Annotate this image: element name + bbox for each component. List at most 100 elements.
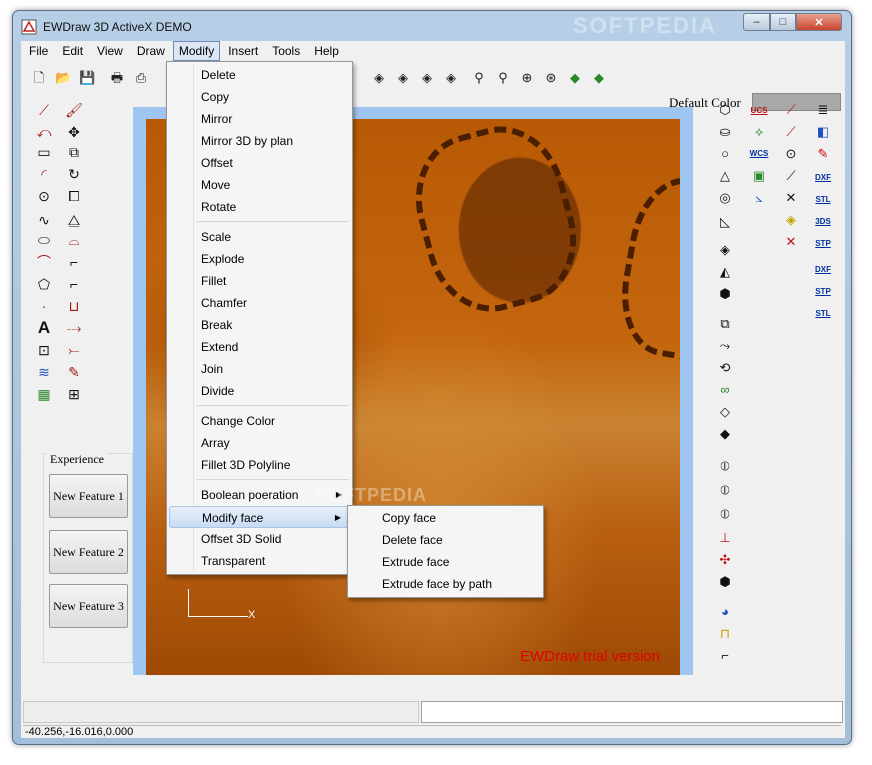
title-bar[interactable]: EWDraw 3D ActiveX DEMO SOFTPEDIA – □ ✕ (13, 11, 851, 41)
submenu-item-extrude-face[interactable]: Extrude face (350, 551, 541, 573)
print-preview-icon[interactable]: ⎙ (133, 70, 149, 86)
menu-item-scale[interactable]: Scale (169, 226, 350, 248)
render-mv-icon[interactable]: ◆ (591, 70, 607, 86)
stairs-icon[interactable]: ⌐ (716, 647, 734, 665)
torus-icon[interactable]: ◎ (716, 189, 734, 207)
cylinder-icon[interactable]: ⛀ (716, 123, 734, 141)
box-icon[interactable]: ⬡ (716, 101, 734, 119)
path-icon[interactable]: ∞ (716, 381, 734, 399)
menu-item-change-color[interactable]: Change Color (169, 410, 350, 432)
zoom-in-icon[interactable]: ⚲ (495, 70, 511, 86)
menu-help[interactable]: Help (308, 41, 345, 61)
arc-icon[interactable]: ◜ (35, 165, 53, 183)
circle-icon[interactable]: ⊙ (35, 187, 53, 205)
break-icon[interactable]: ⤚ (65, 341, 83, 359)
import-stl-icon[interactable]: STL (812, 193, 834, 207)
new-feature-3-button[interactable]: New Feature 3 (49, 584, 128, 628)
save-icon[interactable]: 💾 (79, 70, 95, 86)
menu-item-join[interactable]: Join (169, 358, 350, 380)
union-icon[interactable]: ⦶ (716, 457, 734, 475)
import-3ds-icon[interactable]: 3DS (812, 215, 834, 229)
minimize-button[interactable]: – (743, 13, 770, 31)
cube-view-3-icon[interactable]: ◈ (419, 70, 435, 86)
rotate-icon[interactable]: ↻ (65, 165, 83, 183)
menu-item-mirror[interactable]: Mirror (169, 108, 350, 130)
snap-center-icon[interactable]: ⊙ (782, 145, 800, 163)
trim-icon[interactable]: ⤏ (65, 319, 83, 337)
snap-endpoint-icon[interactable]: ⟋ (782, 101, 800, 119)
menu-item-array[interactable]: Array (169, 432, 350, 454)
submenu-item-delete-face[interactable]: Delete face (350, 529, 541, 551)
linetype-icon[interactable]: ✎ (814, 145, 832, 163)
snap-none-icon[interactable]: ✕ (782, 233, 800, 251)
ucs-view-icon[interactable]: ▣ (750, 167, 768, 185)
copy-solid-icon[interactable]: ⧉ (716, 315, 734, 333)
submenu-item-copy-face[interactable]: Copy face (350, 507, 541, 529)
ucs-object-icon[interactable]: ⦣ (750, 189, 768, 207)
menu-file[interactable]: File (23, 41, 54, 61)
maximize-button[interactable]: □ (770, 13, 796, 31)
polyline-icon[interactable]: ⤺ (35, 123, 53, 141)
layers-icon[interactable]: ≣ (814, 101, 832, 119)
menu-item-rotate[interactable]: Rotate (169, 196, 350, 218)
intersect-icon[interactable]: ⦶ (716, 505, 734, 523)
extrude-icon[interactable]: ◈ (716, 241, 734, 259)
command-input[interactable] (421, 701, 843, 723)
mirror-icon[interactable]: ⧋ (65, 211, 83, 229)
new-feature-2-button[interactable]: New Feature 2 (49, 530, 128, 574)
menu-item-mirror-3d[interactable]: Mirror 3D by plan (169, 130, 350, 152)
properties-icon[interactable]: ◧ (814, 123, 832, 141)
open-folder-icon[interactable]: 📂 (55, 70, 71, 86)
offset-icon[interactable]: ⌓ (65, 231, 83, 249)
menu-item-transparent[interactable]: Transparent (169, 550, 350, 572)
rectangle-icon[interactable]: ▭ (35, 143, 53, 161)
menu-item-fillet-3d-polyline[interactable]: Fillet 3D Polyline (169, 454, 350, 476)
line-icon[interactable]: ⟋ (35, 101, 53, 119)
move-icon[interactable]: ✥ (65, 123, 83, 141)
menu-item-move[interactable]: Move (169, 174, 350, 196)
ucs-icon[interactable]: UCS (748, 104, 770, 118)
new-file-icon[interactable]: 🗋 (31, 70, 47, 86)
print-icon[interactable]: 🖶 (109, 70, 125, 86)
sweep-icon[interactable]: ⤳ (716, 337, 734, 355)
menu-item-fillet[interactable]: Fillet (169, 270, 350, 292)
menu-item-modify-face[interactable]: Modify face ▶ (169, 506, 350, 528)
snap-quadrant-icon[interactable]: ◈ (782, 211, 800, 229)
sphere-icon[interactable]: ○ (716, 145, 734, 163)
zoom-window-icon[interactable]: ⊕ (519, 70, 535, 86)
import-stp-icon[interactable]: STP (812, 237, 834, 251)
menu-view[interactable]: View (91, 41, 129, 61)
point-icon[interactable]: · (35, 297, 53, 315)
loft-icon[interactable]: ⟲ (716, 359, 734, 377)
text-icon[interactable]: A (35, 319, 53, 337)
block-icon[interactable]: ⊡ (35, 341, 53, 359)
ellipse-arc-icon[interactable]: ⌒ (35, 253, 53, 271)
ellipse-icon[interactable]: ⬭ (35, 231, 53, 249)
light-icon[interactable]: ◕ (716, 603, 734, 621)
export-dxf-icon[interactable]: DXF (812, 263, 834, 277)
mass-props-icon[interactable]: ⬢ (716, 573, 734, 591)
ucs-3point-icon[interactable]: ⟡ (750, 123, 768, 141)
menu-item-chamfer[interactable]: Chamfer (169, 292, 350, 314)
zoom-realtime-icon[interactable]: ⚲ (471, 70, 487, 86)
close-button[interactable]: ✕ (796, 13, 842, 31)
menu-item-offset-3d-solid[interactable]: Offset 3D Solid (169, 528, 350, 550)
menu-tools[interactable]: Tools (266, 41, 306, 61)
menu-edit[interactable]: Edit (56, 41, 89, 61)
menu-insert[interactable]: Insert (222, 41, 264, 61)
export-stp-icon[interactable]: STP (812, 285, 834, 299)
copy-objects-icon[interactable]: ⧉ (65, 143, 83, 161)
measure-icon[interactable]: ✣ (716, 551, 734, 569)
slice-icon[interactable]: ◆ (716, 425, 734, 443)
revolve-icon[interactable]: ◭ (716, 263, 734, 281)
wedge-icon[interactable]: ◺ (716, 213, 734, 231)
polygon-icon[interactable]: ⬠ (35, 275, 53, 293)
brush-icon[interactable]: 🖌 (65, 101, 83, 119)
submenu-item-extrude-face-by-path[interactable]: Extrude face by path (350, 573, 541, 595)
dimension-icon[interactable]: ⊥ (716, 529, 734, 547)
spline-icon[interactable]: ∿ (35, 211, 53, 229)
new-feature-1-button[interactable]: New Feature 1 (49, 474, 128, 518)
wcs-icon[interactable]: WCS (748, 147, 770, 161)
fillet-icon[interactable]: ⌐ (65, 253, 83, 271)
solid-icon[interactable]: ⬢ (716, 285, 734, 303)
